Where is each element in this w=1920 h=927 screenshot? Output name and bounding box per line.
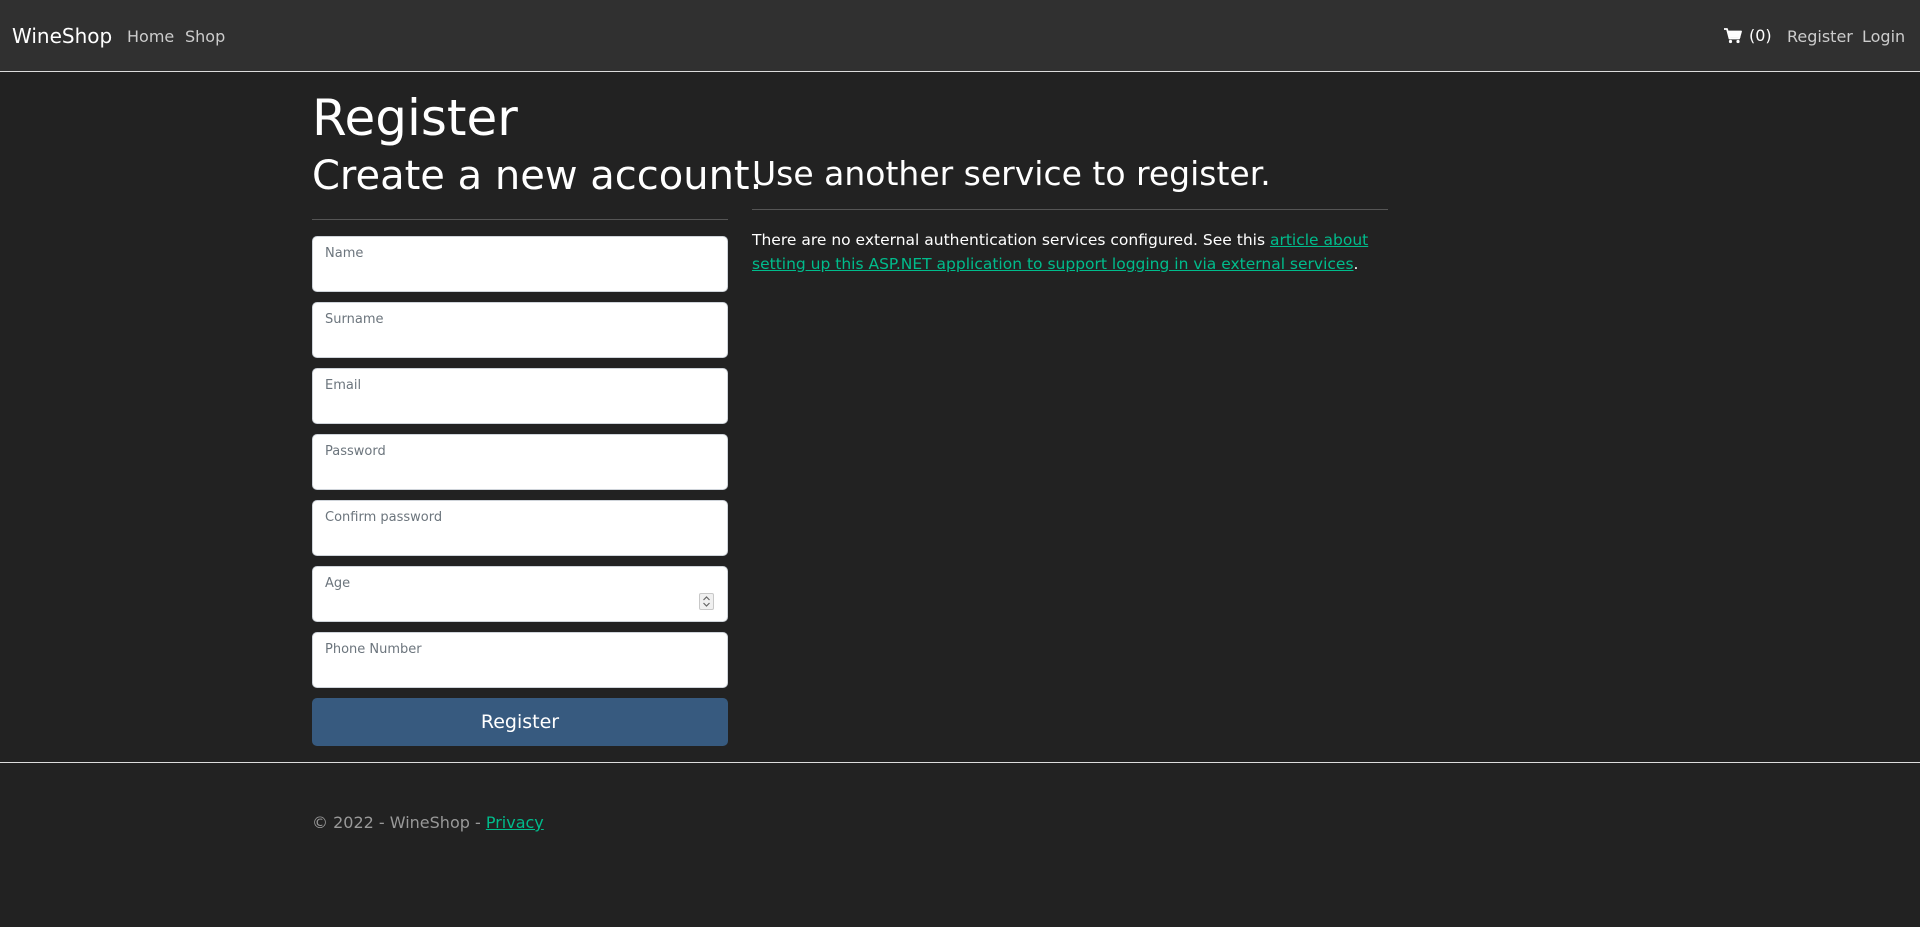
password-input[interactable] xyxy=(325,463,715,485)
footer: © 2022 - WineShop - Privacy xyxy=(0,762,1920,927)
copyright-text: © 2022 - WineShop - xyxy=(312,813,486,832)
age-field[interactable]: Age xyxy=(312,566,728,622)
name-field[interactable]: Name xyxy=(312,236,728,292)
surname-field[interactable]: Surname xyxy=(312,302,728,358)
nav-link-home[interactable]: Home xyxy=(127,27,174,46)
password-label: Password xyxy=(325,444,386,459)
external-services-suffix: . xyxy=(1353,255,1359,273)
cart-link[interactable]: (0) xyxy=(1724,26,1772,45)
phone-number-field[interactable]: Phone Number xyxy=(312,632,728,688)
external-services-title: Use another service to register. xyxy=(752,154,1271,193)
external-services-text: There are no external authentication ser… xyxy=(752,228,1388,276)
email-label: Email xyxy=(325,378,362,393)
external-services-message: There are no external authentication ser… xyxy=(752,231,1270,249)
name-input[interactable] xyxy=(325,265,715,287)
confirm-password-input[interactable] xyxy=(325,529,715,551)
confirm-password-label: Confirm password xyxy=(325,510,443,525)
page-subtitle: Create a new account. xyxy=(312,153,763,199)
navbar: WineShop Home Shop (0) Register Login xyxy=(0,0,1920,72)
divider xyxy=(312,219,728,220)
cart-count: (0) xyxy=(1749,26,1772,45)
surname-input[interactable] xyxy=(325,331,715,353)
age-label: Age xyxy=(325,576,351,591)
email-input[interactable] xyxy=(325,397,715,419)
divider-right xyxy=(752,209,1388,210)
phone-number-input[interactable] xyxy=(325,661,715,683)
footer-text: © 2022 - WineShop - Privacy xyxy=(312,813,544,832)
name-label: Name xyxy=(325,246,364,261)
confirm-password-field[interactable]: Confirm password xyxy=(312,500,728,556)
password-field[interactable]: Password xyxy=(312,434,728,490)
phone-number-label: Phone Number xyxy=(325,642,422,657)
surname-label: Surname xyxy=(325,312,384,327)
cart-icon xyxy=(1724,27,1742,44)
nav-link-register[interactable]: Register xyxy=(1787,27,1853,46)
brand-link[interactable]: WineShop xyxy=(12,24,112,48)
page-title: Register xyxy=(312,89,518,147)
spinner-icon[interactable] xyxy=(699,593,714,610)
nav-link-shop[interactable]: Shop xyxy=(185,27,225,46)
register-button[interactable]: Register xyxy=(312,698,728,746)
nav-link-login[interactable]: Login xyxy=(1862,27,1905,46)
age-input[interactable] xyxy=(325,595,685,617)
privacy-link[interactable]: Privacy xyxy=(486,813,544,832)
email-field[interactable]: Email xyxy=(312,368,728,424)
